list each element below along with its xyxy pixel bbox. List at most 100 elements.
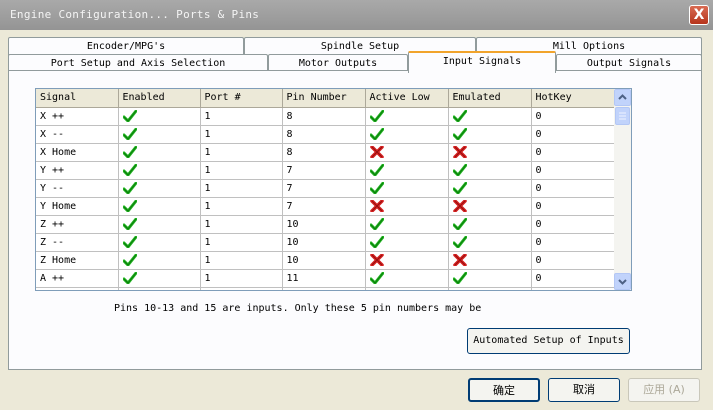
signal-cell[interactable] bbox=[36, 287, 119, 290]
active-low-cell[interactable] bbox=[365, 215, 449, 234]
port-cell[interactable]: 1 bbox=[200, 107, 283, 126]
table-row[interactable]: Z ++ 1 10 0 bbox=[36, 215, 615, 234]
hotkey-cell[interactable]: 0 bbox=[531, 233, 615, 252]
signal-cell[interactable]: A ++ bbox=[36, 269, 119, 288]
active-low-cell[interactable] bbox=[365, 197, 449, 216]
enabled-cell[interactable] bbox=[118, 143, 201, 162]
pin-number-cell[interactable]: 10 bbox=[282, 233, 366, 252]
pin-number-cell[interactable]: 11 bbox=[282, 269, 366, 288]
apply-button[interactable]: 应用 (A) bbox=[628, 378, 700, 402]
emulated-cell[interactable] bbox=[448, 161, 532, 180]
pin-number-cell[interactable]: 10 bbox=[282, 215, 366, 234]
active-low-cell[interactable] bbox=[365, 251, 449, 270]
signal-cell[interactable]: Y ++ bbox=[36, 161, 119, 180]
ok-button[interactable]: 确定 bbox=[468, 378, 540, 402]
emulated-cell[interactable] bbox=[448, 179, 532, 198]
table-row[interactable]: X -- 1 8 0 bbox=[36, 125, 615, 144]
enabled-cell[interactable] bbox=[118, 125, 201, 144]
table-row[interactable]: 0 bbox=[36, 287, 615, 290]
emulated-cell[interactable] bbox=[448, 215, 532, 234]
emulated-cell[interactable] bbox=[448, 125, 532, 144]
table-row[interactable]: Y ++ 1 7 0 bbox=[36, 161, 615, 180]
active-low-cell[interactable] bbox=[365, 161, 449, 180]
hotkey-cell[interactable]: 0 bbox=[531, 143, 615, 162]
signal-cell[interactable]: Z -- bbox=[36, 233, 119, 252]
port-cell[interactable]: 1 bbox=[200, 269, 283, 288]
scroll-up-button[interactable] bbox=[614, 89, 631, 106]
port-cell[interactable] bbox=[200, 287, 283, 290]
active-low-cell[interactable] bbox=[365, 107, 449, 126]
table-row[interactable]: Z Home 1 10 0 bbox=[36, 251, 615, 270]
hotkey-cell[interactable]: 0 bbox=[531, 197, 615, 216]
hotkey-cell[interactable]: 0 bbox=[531, 179, 615, 198]
tab-input-signals[interactable]: Input Signals bbox=[408, 51, 556, 73]
pin-number-cell[interactable]: 8 bbox=[282, 143, 366, 162]
table-row[interactable]: X ++ 1 8 0 bbox=[36, 107, 615, 126]
enabled-cell[interactable] bbox=[118, 233, 201, 252]
enabled-cell[interactable] bbox=[118, 179, 201, 198]
pin-number-cell[interactable]: 8 bbox=[282, 125, 366, 144]
enabled-cell[interactable] bbox=[118, 215, 201, 234]
signal-cell[interactable]: X Home bbox=[36, 143, 119, 162]
pin-number-cell[interactable]: 8 bbox=[282, 107, 366, 126]
hotkey-cell[interactable]: 0 bbox=[531, 287, 615, 290]
pin-number-cell[interactable]: 7 bbox=[282, 161, 366, 180]
signal-cell[interactable]: X -- bbox=[36, 125, 119, 144]
emulated-cell[interactable] bbox=[448, 197, 532, 216]
automated-setup-button[interactable]: Automated Setup of Inputs bbox=[467, 328, 630, 354]
enabled-cell[interactable] bbox=[118, 107, 201, 126]
port-cell[interactable]: 1 bbox=[200, 215, 283, 234]
pin-number-cell[interactable]: 7 bbox=[282, 197, 366, 216]
port-cell[interactable]: 1 bbox=[200, 233, 283, 252]
emulated-cell[interactable] bbox=[448, 143, 532, 162]
table-row[interactable]: Y -- 1 7 0 bbox=[36, 179, 615, 198]
signal-cell[interactable]: X ++ bbox=[36, 107, 119, 126]
enabled-cell[interactable] bbox=[118, 197, 201, 216]
signal-cell[interactable]: Y -- bbox=[36, 179, 119, 198]
hotkey-cell[interactable]: 0 bbox=[531, 161, 615, 180]
port-cell[interactable]: 1 bbox=[200, 179, 283, 198]
table-row[interactable]: Z -- 1 10 0 bbox=[36, 233, 615, 252]
active-low-cell[interactable] bbox=[365, 287, 449, 290]
signal-cell[interactable]: Y Home bbox=[36, 197, 119, 216]
pin-number-cell[interactable]: 10 bbox=[282, 251, 366, 270]
port-cell[interactable]: 1 bbox=[200, 143, 283, 162]
input-signals-grid[interactable]: Signal Enabled Port # Pin Number Active Low E… bbox=[35, 88, 632, 291]
hotkey-cell[interactable]: 0 bbox=[531, 269, 615, 288]
port-cell[interactable]: 1 bbox=[200, 197, 283, 216]
port-cell[interactable]: 1 bbox=[200, 251, 283, 270]
scroll-thumb[interactable] bbox=[615, 107, 630, 125]
active-low-cell[interactable] bbox=[365, 143, 449, 162]
table-row[interactable]: X Home 1 8 0 bbox=[36, 143, 615, 162]
emulated-cell[interactable] bbox=[448, 287, 532, 290]
emulated-cell[interactable] bbox=[448, 269, 532, 288]
enabled-cell[interactable] bbox=[118, 161, 201, 180]
title-bar[interactable]: Engine Configuration... Ports & Pins X bbox=[0, 0, 713, 30]
emulated-cell[interactable] bbox=[448, 251, 532, 270]
vertical-scrollbar[interactable] bbox=[614, 89, 631, 290]
table-row[interactable]: Y Home 1 7 0 bbox=[36, 197, 615, 216]
active-low-cell[interactable] bbox=[365, 269, 449, 288]
signal-cell[interactable]: Z Home bbox=[36, 251, 119, 270]
hotkey-cell[interactable]: 0 bbox=[531, 251, 615, 270]
close-button[interactable]: X bbox=[689, 5, 709, 25]
scroll-down-button[interactable] bbox=[614, 273, 631, 290]
port-cell[interactable]: 1 bbox=[200, 125, 283, 144]
pin-number-cell[interactable] bbox=[282, 287, 366, 290]
enabled-cell[interactable] bbox=[118, 287, 201, 290]
hotkey-cell[interactable]: 0 bbox=[531, 107, 615, 126]
active-low-cell[interactable] bbox=[365, 233, 449, 252]
cancel-button[interactable]: 取消 bbox=[548, 378, 620, 402]
enabled-cell[interactable] bbox=[118, 251, 201, 270]
pin-number-cell[interactable]: 7 bbox=[282, 179, 366, 198]
hotkey-cell[interactable]: 0 bbox=[531, 215, 615, 234]
signal-cell[interactable]: Z ++ bbox=[36, 215, 119, 234]
emulated-cell[interactable] bbox=[448, 233, 532, 252]
active-low-cell[interactable] bbox=[365, 125, 449, 144]
active-low-cell[interactable] bbox=[365, 179, 449, 198]
table-row[interactable]: A ++ 1 11 0 bbox=[36, 269, 615, 288]
port-cell[interactable]: 1 bbox=[200, 161, 283, 180]
hotkey-cell[interactable]: 0 bbox=[531, 125, 615, 144]
enabled-cell[interactable] bbox=[118, 269, 201, 288]
emulated-cell[interactable] bbox=[448, 107, 532, 126]
